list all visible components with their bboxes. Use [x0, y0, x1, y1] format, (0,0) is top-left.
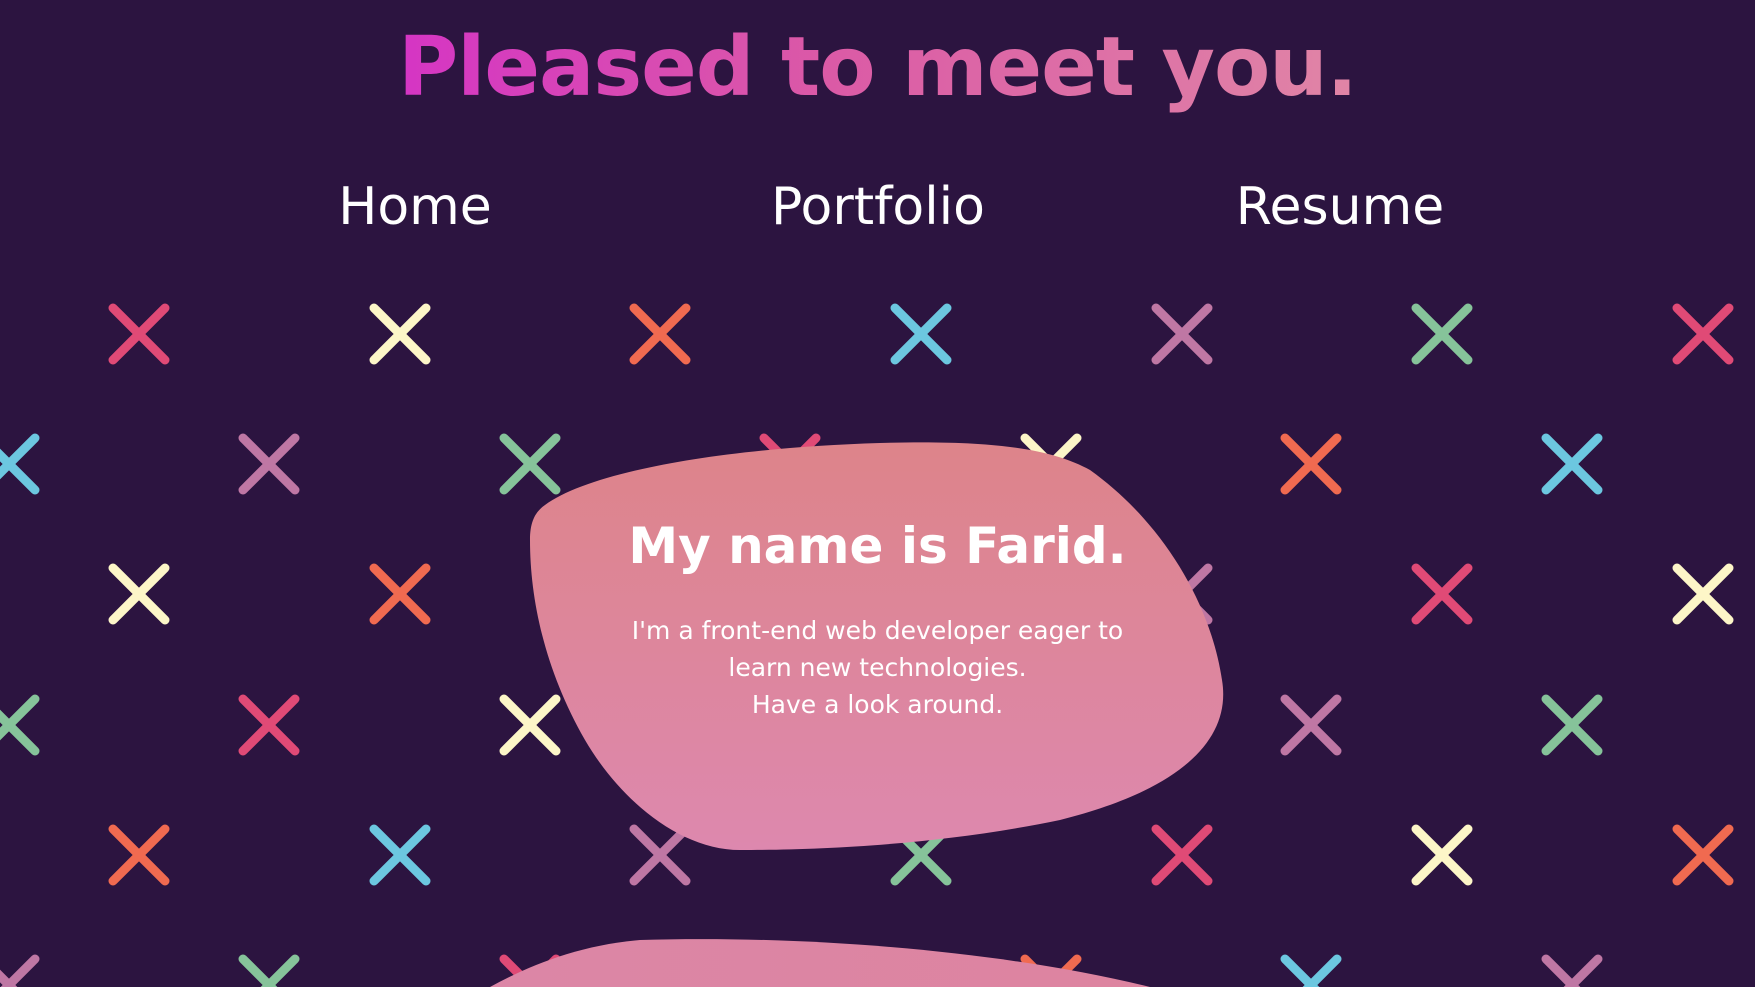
main-nav: Home Portfolio Resume — [0, 172, 1755, 242]
nav-link-home[interactable]: Home — [265, 172, 565, 242]
page-title: Pleased to meet you. — [0, 18, 1755, 118]
blob-layer — [490, 442, 1224, 987]
intro-heading: My name is Farid. — [628, 517, 1127, 575]
second-card-blob — [490, 939, 1150, 987]
nav-link-resume[interactable]: Resume — [1190, 172, 1490, 242]
intro-line-2: learn new technologies. — [728, 653, 1027, 682]
intro-line-3: Have a look around. — [751, 690, 1004, 719]
intro-text: I'm a front-end web developer eager to l… — [570, 612, 1185, 723]
intro-card: My name is Farid. I'm a front-end web de… — [570, 516, 1185, 723]
landing-page: Pleased to meet you. Home Portfolio Resu… — [0, 0, 1755, 987]
nav-link-portfolio[interactable]: Portfolio — [728, 172, 1028, 242]
intro-line-1: I'm a front-end web developer eager to — [631, 616, 1124, 645]
page-title-text: Pleased to meet you. — [398, 20, 1358, 115]
